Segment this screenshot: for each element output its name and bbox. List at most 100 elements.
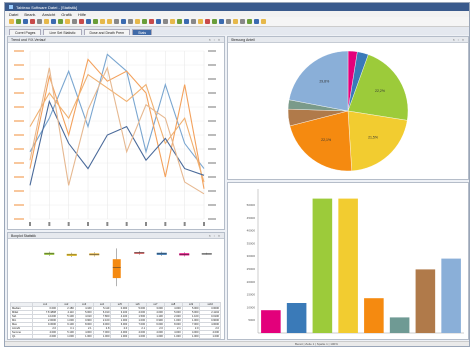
- y-tick-label: [14, 92, 24, 94]
- x-tick: [145, 222, 147, 226]
- toolbar-button[interactable]: [254, 19, 259, 24]
- toolbar-button[interactable]: [170, 19, 175, 24]
- tab-strip: Correl Pages Line Set Statistic Dose and…: [5, 27, 469, 35]
- x-tick: [183, 222, 186, 226]
- toolbar-button[interactable]: [219, 19, 224, 24]
- tab-stats[interactable]: Stats: [132, 29, 153, 35]
- toolbar-button[interactable]: [191, 19, 196, 24]
- y2-tick-label: [208, 78, 216, 80]
- y2-tick-label: [208, 106, 216, 108]
- toolbar-button[interactable]: [65, 19, 70, 24]
- boxplot-panel: Boxplot Statistik × ▫ × sx1 sx2 sx3 sx4 sx5 s…: [7, 232, 225, 340]
- toolbar: [5, 17, 469, 27]
- toolbar-button[interactable]: [107, 19, 112, 24]
- toolbar-button[interactable]: [16, 19, 21, 24]
- toolbar-button[interactable]: [198, 19, 203, 24]
- y-tick-label: [14, 176, 24, 178]
- y-tick-label: [14, 134, 24, 136]
- y-tick-label: 25000: [247, 267, 256, 271]
- toolbar-button[interactable]: [233, 19, 238, 24]
- line-chart-title: Trend und Y/X-Verlauf: [11, 37, 46, 42]
- menu-chart[interactable]: Grafik: [61, 12, 72, 17]
- pie-label: 22,2%: [375, 89, 385, 93]
- y2-tick-label: [208, 64, 216, 66]
- toolbar-button[interactable]: [128, 19, 133, 24]
- x-tick: [106, 222, 109, 226]
- pie-chart-title: Streuung Anteil: [231, 37, 255, 42]
- y-tick-label: 50000: [247, 203, 256, 207]
- bar: [364, 298, 384, 333]
- tab-correl-pages[interactable]: Correl Pages: [9, 29, 42, 35]
- table-cell: Q1: [9, 334, 34, 339]
- toolbar-button[interactable]: [226, 19, 231, 24]
- toolbar-button[interactable]: [177, 19, 182, 24]
- tab-line-set-statistic[interactable]: Line Set Statistic: [43, 29, 82, 35]
- toolbar-button[interactable]: [44, 19, 49, 24]
- panel-controls[interactable]: × ▫ ×: [453, 38, 465, 42]
- line-chart-panel: Trend und Y/X-Verlauf × ▫ ×: [7, 36, 225, 230]
- table-row[interactable]: Q1 2.000 1.000 1.000 1.000 1.000 1.000 1.000 1.0…: [9, 334, 221, 339]
- line-series: [29, 99, 205, 186]
- y-tick-label: 20000: [247, 280, 256, 284]
- statistics-table: sx1 sx2 sx3 sx4 sx5 sx6 sx7 sx8 sx9 sx10 Median 0.0…: [9, 302, 221, 339]
- menu-edit[interactable]: Bearb.: [24, 12, 36, 17]
- toolbar-button[interactable]: [23, 19, 28, 24]
- toolbar-button[interactable]: [240, 19, 245, 24]
- y-tick-label: [14, 204, 24, 206]
- toolbar-button[interactable]: [58, 19, 63, 24]
- pie-label: 29,8%: [319, 79, 329, 83]
- table-cell: 1.000: [74, 334, 94, 339]
- bar: [286, 303, 307, 333]
- toolbar-button[interactable]: [100, 19, 105, 24]
- toolbar-button[interactable]: [156, 19, 161, 24]
- y-tick-label: 35000: [247, 241, 256, 245]
- toolbar-button[interactable]: [114, 19, 119, 24]
- y-tick-label: [14, 50, 24, 52]
- table-cell: 1.000: [146, 334, 165, 339]
- y-tick-label: [14, 162, 24, 164]
- toolbar-button[interactable]: [37, 19, 42, 24]
- toolbar-button[interactable]: [93, 19, 98, 24]
- y2-tick-label: [208, 148, 216, 150]
- toolbar-button[interactable]: [51, 19, 56, 24]
- bar: [389, 317, 410, 333]
- line-chart: [14, 50, 216, 226]
- y2-tick-label: [208, 176, 216, 178]
- menu-file[interactable]: Datei: [9, 12, 18, 17]
- x-tick: [203, 222, 205, 226]
- table-cell: 2.000: [32, 334, 58, 339]
- panel-controls[interactable]: × ▫ ×: [209, 38, 221, 42]
- toolbar-button[interactable]: [142, 19, 147, 24]
- bar: [312, 198, 333, 333]
- application-window: Tableau Software Datei - [Statistik] Dat…: [4, 2, 470, 347]
- tab-dose-and-death[interactable]: Dose and Death Prem: [83, 29, 131, 35]
- table-cell: 1.000: [110, 334, 130, 339]
- bar-chart: 50000 45000 40000 35000 30000 25000 20000 15000…: [247, 189, 464, 334]
- y-tick-label: 40000: [247, 229, 256, 233]
- panel-controls[interactable]: × ▫ ×: [209, 234, 221, 238]
- toolbar-button[interactable]: [212, 19, 217, 24]
- menu-help[interactable]: Hilfe: [78, 12, 86, 17]
- toolbar-button[interactable]: [149, 19, 154, 24]
- window-title: Tableau Software Datei - [Statistik]: [16, 4, 78, 10]
- toolbar-button[interactable]: [205, 19, 210, 24]
- pie-chart: 22,2% 21,5% 22,1% 29,8%: [287, 50, 409, 172]
- pie-chart-panel: Streuung Anteil × ▫ × 22,2% 21,5% 22,1% 29,…: [227, 36, 469, 180]
- y2-tick-label: [208, 50, 216, 52]
- toolbar-button[interactable]: [247, 19, 252, 24]
- toolbar-button[interactable]: [184, 19, 189, 24]
- y-tick-label: [14, 106, 24, 108]
- toolbar-button[interactable]: [261, 19, 266, 24]
- toolbar-button[interactable]: [121, 19, 126, 24]
- y2-tick-label: [208, 92, 216, 94]
- menu-view[interactable]: Ansicht: [42, 12, 55, 17]
- toolbar-button[interactable]: [86, 19, 91, 24]
- toolbar-button[interactable]: [163, 19, 168, 24]
- toolbar-button[interactable]: [135, 19, 140, 24]
- y-tick-label: [14, 190, 24, 192]
- toolbar-button[interactable]: [72, 19, 77, 24]
- toolbar-button[interactable]: [9, 19, 14, 24]
- toolbar-button[interactable]: [79, 19, 84, 24]
- bar: [415, 269, 436, 333]
- toolbar-button[interactable]: [30, 19, 35, 24]
